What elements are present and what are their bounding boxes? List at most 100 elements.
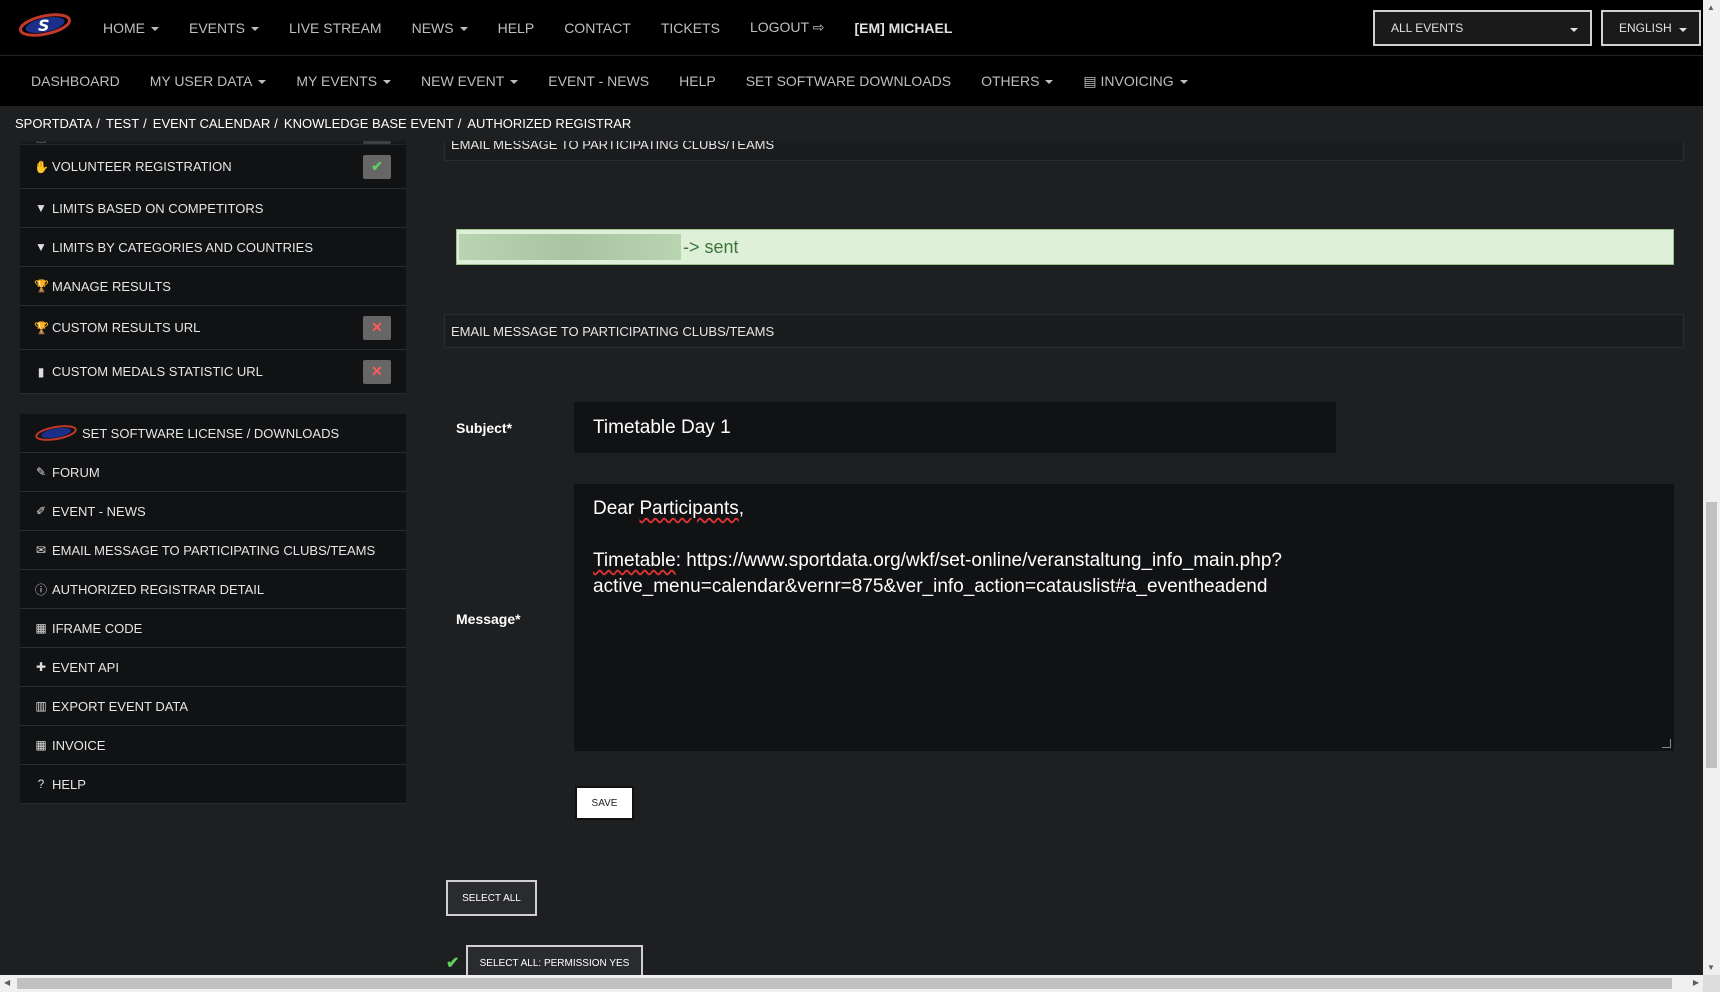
topnav-item-label: HELP: [497, 19, 535, 36]
sidebar-item-event-api[interactable]: ✚ EVENT API: [20, 648, 406, 687]
topnav-item-contact[interactable]: CONTACT: [549, 20, 646, 36]
sidebar-item-label: FORUM: [52, 464, 100, 480]
scroll-up-icon[interactable]: ▲: [1707, 3, 1715, 12]
alert-text: -> sent: [683, 236, 739, 257]
subnav-item-event-news[interactable]: EVENT - NEWS: [533, 73, 664, 89]
forum-icon: ✎: [35, 465, 47, 479]
sidebar-item-label: EXPORT EVENT DATA: [52, 698, 189, 714]
set-logo-icon: [35, 425, 77, 441]
chevron-down-icon: [1179, 79, 1188, 84]
subject-input[interactable]: Timetable Day 1: [574, 402, 1336, 453]
topnav-item-tickets[interactable]: TICKETS: [646, 20, 735, 36]
top-navbar: S HOME EVENTS LIVE STREAM NEWS HELP CONTACT TI…: [0, 0, 1703, 56]
breadcrumb-item-test[interactable]: TEST: [106, 116, 139, 131]
breadcrumb-separator: /: [457, 116, 462, 131]
chevron-down-icon: [459, 26, 468, 31]
scrollbar-corner: [1703, 975, 1720, 992]
sidebar-item-manage-results[interactable]: 🏆 MANAGE RESULTS: [20, 267, 406, 306]
breadcrumb-item-authorized-registrar: AUTHORIZED REGISTRAR: [467, 116, 632, 131]
subnav-item-label: MY USER DATA: [149, 73, 253, 89]
sidebar-item-iframe-code[interactable]: ▦ IFRAME CODE: [20, 609, 406, 648]
sidebar-item-authorized-registrar-detail[interactable]: ⓘ AUTHORIZED REGISTRAR DETAIL: [20, 570, 406, 609]
sidebar-item-custom-medals-statistic-url[interactable]: ▮ CUSTOM MEDALS STATISTIC URL ✕: [20, 350, 406, 394]
topnav-item-label: TICKETS: [660, 19, 720, 36]
sidebar-item-email-message-to-participating-clubs-teams[interactable]: ✉ EMAIL MESSAGE TO PARTICIPATING CLUBS/TE…: [20, 531, 406, 570]
sidebar-item-label: EVENT API: [52, 659, 119, 675]
subject-label: Subject*: [456, 420, 513, 436]
invoice-card-icon: ▤: [1083, 72, 1101, 89]
sidebar-item-forum[interactable]: ✎ FORUM: [20, 453, 406, 492]
scroll-right-icon[interactable]: ▶: [1693, 978, 1699, 987]
chevron-down-icon: [251, 26, 260, 31]
sidebar-item-limits-based-on-competitors[interactable]: ▼ LIMITS BASED ON COMPETITORS: [20, 189, 406, 228]
subnav-item-label: OTHERS: [981, 73, 1040, 89]
topnav-item-live-stream[interactable]: LIVE STREAM: [274, 20, 397, 36]
sportdata-logo-icon[interactable]: S: [18, 10, 72, 40]
sidebar-item-label: AUTHORIZED REGISTRAR DETAIL: [52, 581, 265, 597]
subnav-item-others[interactable]: OTHERS: [966, 73, 1068, 89]
vertical-scrollbar[interactable]: ▲ ▼: [1703, 0, 1720, 975]
topnav-item-label: HOME: [103, 19, 145, 36]
success-alert: -> sent: [456, 229, 1674, 265]
language-select[interactable]: ENGLISH: [1601, 10, 1701, 46]
code-icon: ▦: [35, 621, 47, 635]
sidebar-item-export-event-data[interactable]: ▥ EXPORT EVENT DATA: [20, 687, 406, 726]
sidebar-item-set-software-license-downloads[interactable]: SET SOFTWARE LICENSE / DOWNLOADS: [20, 414, 406, 453]
sidebar-item-help[interactable]: ? HELP: [20, 765, 406, 804]
sidebar-item-invoice[interactable]: ▦ INVOICE: [20, 726, 406, 765]
info-icon: ⓘ: [34, 582, 47, 597]
select-all-button[interactable]: SELECT ALL: [446, 880, 537, 916]
message-body: : https://www.sportdata.org/wkf/set-onli…: [593, 550, 1282, 597]
puzzle-icon: ✚: [35, 660, 47, 674]
vertical-scroll-thumb[interactable]: [1706, 502, 1717, 768]
topnav-item-events[interactable]: EVENTS: [174, 20, 274, 36]
sub-navbar: DASHBOARD MY USER DATA MY EVENTS NEW EVENT E…: [0, 56, 1703, 106]
subnav-item-new-event[interactable]: NEW EVENT: [406, 73, 533, 89]
chevron-down-icon: [1045, 80, 1054, 85]
close-icon: ✕: [363, 315, 391, 340]
breadcrumb-item-sportdata[interactable]: SPORTDATA: [15, 116, 92, 131]
topnav-item-logout[interactable]: LOGOUT ⇨: [735, 19, 840, 36]
subnav-item-my-user-data[interactable]: MY USER DATA: [135, 73, 282, 89]
chevron-down-icon: [258, 80, 267, 85]
sidebar-item-label: VOLUNTEER REGISTRATION: [52, 159, 232, 174]
subnav-item-my-events[interactable]: MY EVENTS: [281, 73, 406, 89]
resize-handle-icon[interactable]: [1662, 739, 1671, 748]
subnav-item-help[interactable]: HELP: [664, 73, 731, 89]
message-label: Message*: [456, 611, 521, 627]
sidebar-item-label: LIMITS BASED ON COMPETITORS: [52, 200, 264, 216]
save-button[interactable]: SAVE: [575, 786, 634, 820]
subject-value: Timetable Day 1: [593, 417, 731, 438]
check-icon: ✔: [363, 154, 391, 179]
event-filter-select[interactable]: ALL EVENTS: [1373, 10, 1592, 46]
bar-chart-icon: ▮: [37, 364, 45, 379]
redacted-recipient: [459, 234, 681, 260]
topnav-item-help[interactable]: HELP: [483, 20, 550, 36]
scroll-down-icon[interactable]: ▼: [1707, 963, 1715, 972]
svg-text:S: S: [38, 16, 50, 35]
sidebar-item-label: SET SOFTWARE LICENSE / DOWNLOADS: [82, 425, 340, 441]
user-menu[interactable]: [EM] MICHAEL: [839, 20, 967, 36]
message-textarea[interactable]: Dear Participants, Timetable: https://ww…: [574, 484, 1674, 751]
chevron-down-icon: [1570, 28, 1578, 32]
sidebar-item-event-news[interactable]: ✐ EVENT - NEWS: [20, 492, 406, 531]
topnav-item-news[interactable]: NEWS: [397, 20, 483, 36]
sidebar-item-volunteer-registration[interactable]: ✋ VOLUNTEER REGISTRATION ✔: [20, 145, 406, 189]
trophy-icon: 🏆: [34, 279, 49, 293]
subnav-item-label: HELP: [679, 73, 716, 89]
breadcrumb-item-event-calendar[interactable]: EVENT CALENDAR: [153, 116, 271, 131]
breadcrumb-item-knowledge-base-event[interactable]: KNOWLEDGE BASE EVENT: [284, 116, 454, 131]
chevron-down-icon: [383, 80, 392, 85]
topnav-item-label: LOGOUT: [749, 19, 809, 35]
sidebar-item-limits-by-categories-and-countries[interactable]: ▼ LIMITS BY CATEGORIES AND COUNTRIES: [20, 228, 406, 267]
horizontal-scrollbar[interactable]: ◀ ▶: [0, 975, 1703, 992]
topnav-item-home[interactable]: HOME: [88, 20, 174, 36]
scroll-left-icon[interactable]: ◀: [4, 978, 10, 987]
message-greeting-end: ,: [738, 498, 745, 519]
subnav-item-dashboard[interactable]: DASHBOARD: [16, 73, 135, 89]
sidebar-item-custom-results-url[interactable]: 🏆 CUSTOM RESULTS URL ✕: [20, 306, 406, 350]
horizontal-scroll-thumb[interactable]: [17, 978, 1672, 989]
chevron-down-icon: [1679, 28, 1687, 32]
subnav-item-set-software-downloads[interactable]: SET SOFTWARE DOWNLOADS: [731, 73, 966, 89]
subnav-item-invoicing[interactable]: ▤ INVOICING: [1068, 73, 1202, 90]
